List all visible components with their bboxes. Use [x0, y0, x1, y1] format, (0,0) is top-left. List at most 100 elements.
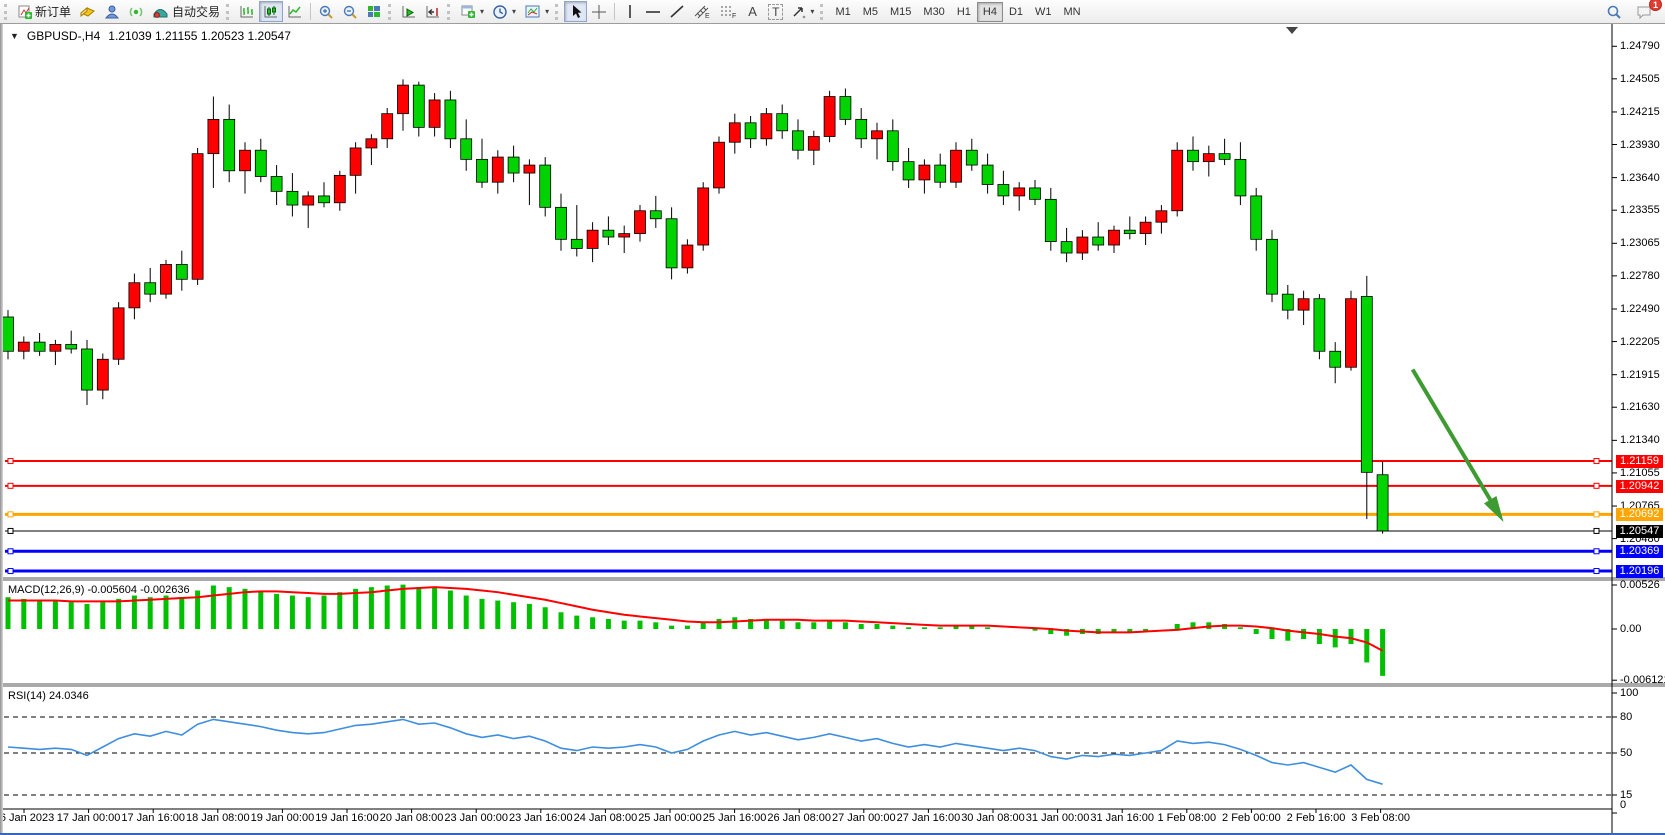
- toolbar-grip[interactable]: [447, 4, 452, 20]
- data-window-icon: [104, 4, 120, 19]
- horizontal-line-icon: [645, 4, 661, 19]
- equidistant-channel-icon: E: [693, 4, 711, 19]
- new-chart-icon: [460, 4, 476, 19]
- hline-handle: [8, 459, 13, 464]
- chart-shift-icon: [425, 4, 441, 19]
- timeframe-m1-button[interactable]: M1: [829, 2, 856, 22]
- hline-handle: [8, 528, 13, 533]
- chart-canvas[interactable]: [0, 24, 1665, 835]
- chart-shift-button[interactable]: [421, 1, 445, 22]
- chart-ohlc-values: 1.21039 1.21155 1.20523 1.20547: [108, 29, 291, 43]
- hline-handle: [1594, 569, 1599, 574]
- line-chart-button[interactable]: [283, 1, 307, 22]
- timeframe-m30-button[interactable]: M30: [917, 2, 950, 22]
- timeframe-m5-button[interactable]: M5: [857, 2, 884, 22]
- search-button[interactable]: [1602, 1, 1626, 22]
- cursor-button[interactable]: [564, 1, 587, 22]
- market-watch-button[interactable]: [75, 1, 100, 22]
- market-watch-icon: [79, 4, 96, 19]
- chart-symbol-period: GBPUSD-,H4: [27, 29, 100, 43]
- data-window-button[interactable]: [100, 1, 124, 22]
- crosshair-icon: [591, 4, 607, 20]
- tile-windows-button[interactable]: [362, 1, 386, 22]
- signals-button[interactable]: [124, 1, 148, 22]
- auto-scroll-button[interactable]: [397, 1, 421, 22]
- notification-badge: 1: [1649, 0, 1662, 11]
- window-left-border: [0, 24, 3, 835]
- bar-chart-icon: [239, 4, 255, 19]
- toolbar-separator: [310, 3, 311, 20]
- chart-title: ▼ GBPUSD-,H4 1.21039 1.21155 1.20523 1.2…: [10, 29, 291, 43]
- timeframe-h1-button[interactable]: H1: [951, 2, 977, 22]
- template-button[interactable]: ▾: [520, 1, 553, 22]
- chevron-down-icon: ▾: [545, 7, 549, 16]
- candlestick-chart-button[interactable]: [259, 1, 283, 22]
- equidistant-channel-button[interactable]: E: [689, 1, 715, 22]
- rsi-line: [8, 719, 1383, 784]
- trendline-button[interactable]: [665, 1, 689, 22]
- text-icon: A: [748, 4, 757, 19]
- candlestick-series: [3, 79, 1389, 533]
- collapse-chart-icon[interactable]: ▼: [10, 31, 19, 41]
- toolbar-right: 1: [1602, 1, 1663, 22]
- hline-handle: [1594, 549, 1599, 554]
- notifications-button[interactable]: 1: [1632, 1, 1657, 22]
- tile-windows-icon: [366, 4, 382, 19]
- vertical-line-icon: [624, 4, 636, 19]
- timeframe-d1-button[interactable]: D1: [1003, 2, 1029, 22]
- candlestick-chart-icon: [263, 4, 279, 19]
- timeframe-mn-button[interactable]: MN: [1058, 2, 1087, 22]
- toolbar: 新订单 自动交易: [0, 0, 1665, 24]
- new-order-icon: [17, 4, 32, 19]
- chart-window[interactable]: ▼ GBPUSD-,H4 1.21039 1.21155 1.20523 1.2…: [0, 24, 1665, 835]
- trend-arrow-head: [1484, 496, 1504, 522]
- toolbar-grip[interactable]: [388, 4, 393, 20]
- text-button[interactable]: A: [741, 1, 764, 22]
- svg-text:E: E: [705, 13, 710, 19]
- bar-chart-button[interactable]: [235, 1, 259, 22]
- chart-shift-marker: [1286, 27, 1298, 34]
- timeframe-h4-button[interactable]: H4: [977, 2, 1003, 22]
- signals-icon: [128, 4, 144, 19]
- hline-handle: [8, 483, 13, 488]
- text-label-icon: T: [768, 4, 783, 20]
- hline-handle: [1594, 512, 1599, 517]
- horizontal-line-button[interactable]: [641, 1, 665, 22]
- toolbar-separator: [614, 3, 615, 20]
- hline-handle: [8, 569, 13, 574]
- svg-text:F: F: [732, 13, 736, 19]
- search-icon: [1606, 4, 1622, 20]
- zoom-in-icon: [318, 4, 334, 20]
- line-chart-icon: [287, 4, 303, 19]
- auto-trading-button[interactable]: 自动交易: [148, 1, 224, 22]
- toolbar-grip[interactable]: [820, 4, 825, 20]
- chevron-down-icon: ▾: [810, 7, 814, 16]
- vertical-line-button[interactable]: [618, 1, 641, 22]
- chevron-down-icon: ▾: [512, 7, 516, 16]
- hline-handle: [1594, 459, 1599, 464]
- crosshair-button[interactable]: [587, 1, 611, 22]
- auto-trading-icon: [152, 4, 169, 19]
- fibonacci-button[interactable]: F: [715, 1, 741, 22]
- timeframe-m15-button[interactable]: M15: [884, 2, 917, 22]
- new-order-button[interactable]: 新订单: [13, 1, 75, 22]
- zoom-out-button[interactable]: [338, 1, 362, 22]
- text-label-button[interactable]: T: [764, 1, 787, 22]
- zoom-out-icon: [342, 4, 358, 20]
- toolbar-grip[interactable]: [555, 4, 560, 20]
- new-order-label: 新订单: [35, 3, 71, 20]
- arrows-icon: [791, 4, 806, 19]
- hline-handle: [8, 549, 13, 554]
- zoom-in-button[interactable]: [314, 1, 338, 22]
- timeframe-w1-button[interactable]: W1: [1029, 2, 1058, 22]
- auto-scroll-icon: [401, 4, 417, 19]
- new-chart-button[interactable]: ▾: [456, 1, 488, 22]
- mt4-window: 新订单 自动交易: [0, 0, 1665, 835]
- auto-trading-label: 自动交易: [172, 3, 220, 20]
- toolbar-grip[interactable]: [4, 4, 9, 20]
- chevron-down-icon: ▾: [480, 7, 484, 16]
- period-icon: [492, 4, 508, 20]
- arrows-button[interactable]: ▾: [787, 1, 818, 22]
- period-button[interactable]: ▾: [488, 1, 520, 22]
- toolbar-grip[interactable]: [226, 4, 231, 20]
